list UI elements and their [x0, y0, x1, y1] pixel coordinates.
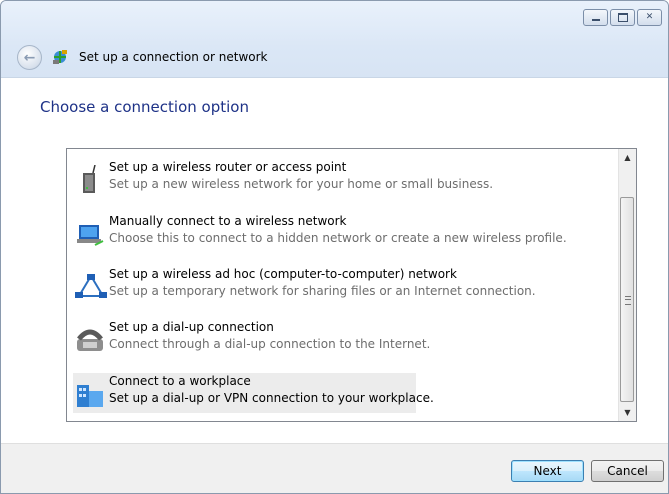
option-adhoc-network[interactable]: Set up a wireless ad hoc (computer-to-co… — [73, 266, 536, 306]
minimize-icon — [591, 19, 600, 21]
chevron-down-icon: ▼ — [624, 408, 631, 417]
option-workplace[interactable]: Connect to a workplace Set up a dial-up … — [73, 373, 434, 413]
scroll-up-button[interactable]: ▲ — [619, 149, 636, 166]
title-bar: ✕ ← Set up a connection or network — [1, 1, 668, 77]
option-description: Choose this to connect to a hidden netwo… — [109, 231, 567, 245]
close-icon: ✕ — [645, 12, 654, 22]
option-description: Connect through a dial-up connection to … — [109, 337, 431, 351]
dialog-window: ✕ ← Set up a connection or network Choos… — [0, 0, 669, 494]
main-content: Choose a connection option Set up a wire… — [1, 77, 668, 444]
grip-icon — [625, 296, 631, 305]
option-wireless-router[interactable]: Set up a wireless router or access point… — [73, 159, 493, 199]
cancel-button[interactable]: Cancel — [591, 460, 664, 482]
close-button[interactable]: ✕ — [637, 9, 662, 26]
option-description: Set up a temporary network for sharing f… — [109, 284, 536, 298]
vertical-scrollbar[interactable]: ▲ ▼ — [618, 149, 636, 421]
window-title: Set up a connection or network — [79, 50, 268, 64]
wireless-network-icon — [77, 225, 104, 246]
option-description: Set up a new wireless network for your h… — [109, 177, 494, 191]
workplace-icon — [77, 385, 103, 407]
maximize-icon — [617, 13, 628, 22]
adhoc-network-icon — [75, 274, 107, 298]
option-title: Set up a wireless ad hoc (computer-to-co… — [109, 267, 457, 281]
option-title: Set up a wireless router or access point — [109, 160, 347, 174]
next-button[interactable]: Next — [511, 460, 584, 482]
minimize-button[interactable] — [583, 9, 608, 26]
network-setup-icon — [53, 50, 67, 64]
back-button[interactable]: ← — [17, 45, 42, 70]
page-title: Choose a connection option — [40, 98, 249, 116]
connection-options-list[interactable]: Set up a wireless router or access point… — [66, 148, 637, 422]
back-arrow-icon: ← — [23, 49, 36, 66]
dialup-phone-icon — [77, 329, 103, 351]
button-bar: Next Cancel — [1, 443, 668, 493]
option-dialup[interactable]: Set up a dial-up connection Connect thro… — [73, 319, 473, 359]
scroll-down-button[interactable]: ▼ — [619, 404, 636, 421]
scrollbar-thumb[interactable] — [620, 197, 634, 402]
router-icon — [83, 165, 96, 193]
maximize-button[interactable] — [610, 9, 635, 26]
option-title: Connect to a workplace — [109, 374, 251, 388]
option-title: Manually connect to a wireless network — [109, 214, 347, 228]
chevron-up-icon: ▲ — [624, 153, 631, 162]
window-controls: ✕ — [583, 9, 662, 26]
option-title: Set up a dial-up connection — [109, 320, 274, 334]
option-description: Set up a dial-up or VPN connection to yo… — [109, 391, 434, 405]
option-manual-wireless[interactable]: Manually connect to a wireless network C… — [73, 213, 567, 253]
